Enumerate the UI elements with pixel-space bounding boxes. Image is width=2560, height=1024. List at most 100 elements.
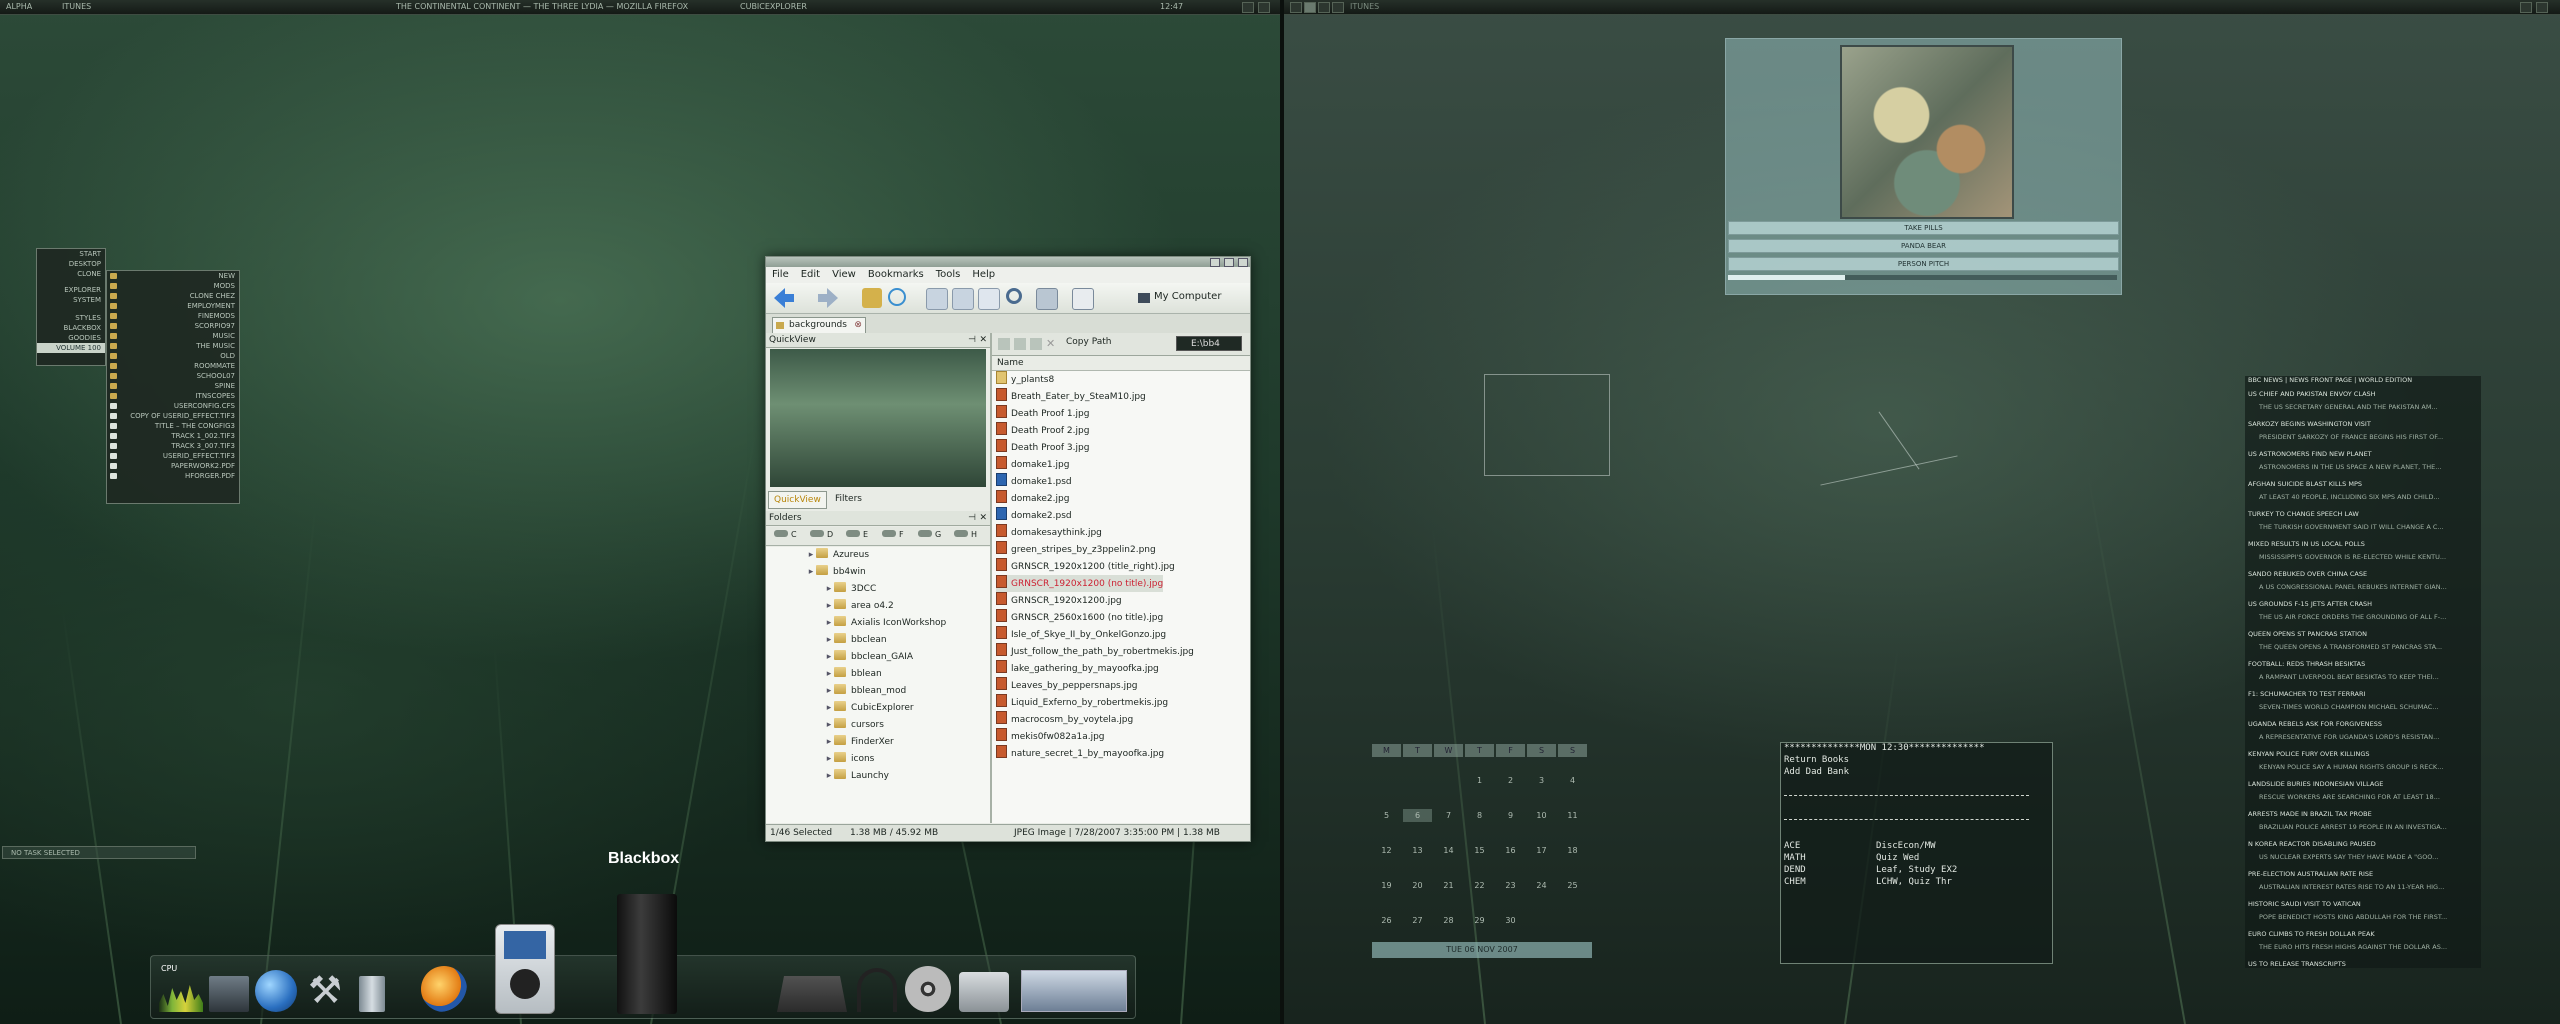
path-field[interactable]: E:\bb4 [1176,336,1242,351]
menu-tools[interactable]: Tools [936,269,961,280]
file-row[interactable]: domake2.jpg [996,490,1069,507]
file-row[interactable]: GRNSCR_2560x1600 (no title).jpg [996,609,1163,626]
calendar-day[interactable]: 7 [1434,809,1463,822]
expand-icon[interactable]: ▸ [806,564,816,581]
menu-bookmarks[interactable]: Bookmarks [868,269,924,280]
calendar-day[interactable]: 15 [1465,844,1494,857]
media-player-icon[interactable] [421,966,467,1012]
news-headline[interactable]: AFGHAN SUICIDE BLAST KILLS MPS [2248,480,2362,488]
calendar-day[interactable]: 1 [1465,774,1494,787]
drive-button[interactable]: C [774,530,797,539]
workspace-button[interactable] [1332,2,1344,13]
expand-icon[interactable]: ▸ [824,700,834,717]
close-panel-icon[interactable]: ✕ [979,333,987,347]
view-icon[interactable] [952,288,974,310]
file-row[interactable]: Death Proof 1.jpg [996,405,1089,422]
start-menu-item[interactable]: CLONE [37,269,105,279]
forward-icon[interactable] [818,288,838,308]
calendar-day[interactable]: 3 [1527,774,1556,787]
expand-icon[interactable]: ▸ [824,768,834,785]
calendar-day[interactable]: 29 [1465,914,1494,927]
submenu-item[interactable]: SCHOOL07 [107,371,239,381]
cut-icon[interactable] [998,338,1010,350]
tree-folder[interactable]: ▸ Axialis IconWorkshop [766,615,946,632]
tree-folder[interactable]: ▸ icons [766,751,874,768]
submenu-item[interactable]: ROOMMATE [107,361,239,371]
file-row[interactable]: green_stripes_by_z3ppelin2.png [996,541,1156,558]
news-headline[interactable]: US ASTRONOMERS FIND NEW PLANET [2248,450,2372,458]
news-headline[interactable]: UGANDA REBELS ASK FOR FORGIVENESS [2248,720,2382,728]
ipod-icon[interactable] [495,924,555,1014]
tree-folder[interactable]: ▸ Azureus [766,547,869,564]
monitor-icon[interactable] [209,976,249,1012]
calendar-day[interactable]: 24 [1527,879,1556,892]
headphones-icon[interactable] [857,968,897,1012]
tab-backgrounds[interactable]: backgrounds ⊗ [772,317,866,333]
drive-button[interactable]: F [882,530,904,539]
calendar-day[interactable]: 16 [1496,844,1525,857]
calendar-day[interactable]: 2 [1496,774,1525,787]
pin-icon[interactable]: ⊣ [968,333,976,347]
expand-icon[interactable]: ▸ [824,717,834,734]
camera-icon[interactable] [959,972,1009,1012]
expand-icon[interactable]: ▸ [824,751,834,768]
submenu-item[interactable]: MUSIC [107,331,239,341]
calendar-day[interactable]: 8 [1465,809,1494,822]
menu-help[interactable]: Help [972,269,995,280]
file-row[interactable]: domakesaythink.jpg [996,524,1102,541]
refresh-icon[interactable] [888,288,906,306]
drive-button[interactable]: E [846,530,868,539]
news-headline[interactable]: TURKEY TO CHANGE SPEECH LAW [2248,510,2359,518]
calendar-day[interactable]: 18 [1558,844,1587,857]
calendar-day[interactable]: 11 [1558,809,1587,822]
maximize-button[interactable] [1224,258,1234,267]
calendar-day[interactable]: 9 [1496,809,1525,822]
file-row[interactable]: Death Proof 2.jpg [996,422,1089,439]
delete-icon[interactable]: ✕ [1046,338,1058,350]
calendar-day[interactable]: 14 [1434,844,1463,857]
trash-icon[interactable] [359,976,385,1012]
submenu-item[interactable]: SCORPIO97 [107,321,239,331]
calendar-day[interactable]: 5 [1372,809,1401,822]
film-reel-icon[interactable] [905,966,951,1012]
news-headline[interactable]: SARKOZY BEGINS WASHINGTON VISIT [2248,420,2371,428]
news-headline[interactable]: KENYAN POLICE FURY OVER KILLINGS [2248,750,2370,758]
calendar-day[interactable]: 20 [1403,879,1432,892]
submenu-item[interactable]: CLONE CHEZ [107,291,239,301]
tree-folder[interactable]: ▸ 3DCC [766,581,876,598]
file-row[interactable]: Just_follow_the_path_by_robertmekis.jpg [996,643,1194,660]
news-headline[interactable]: N KOREA REACTOR DISABLING PAUSED [2248,840,2376,848]
back-icon[interactable] [774,288,794,308]
file-row[interactable]: domake2.psd [996,507,1072,524]
copy-path-button[interactable]: Copy Path [1066,337,1111,347]
news-headline[interactable]: F1: SCHUMACHER TO TEST FERRARI [2248,690,2365,698]
news-headline[interactable]: PRE-ELECTION AUSTRALIAN RATE RISE [2248,870,2373,878]
calendar-day[interactable]: 19 [1372,879,1401,892]
news-headline[interactable]: MIXED RESULTS IN US LOCAL POLLS [2248,540,2365,548]
task-itunes[interactable]: ITUNES [62,2,91,11]
minimize-button[interactable] [1210,258,1220,267]
expand-icon[interactable]: ▸ [824,615,834,632]
expand-icon[interactable]: ▸ [824,581,834,598]
file-row[interactable]: domake1.jpg [996,456,1069,473]
expand-icon[interactable]: ▸ [806,547,816,564]
news-headline[interactable]: FOOTBALL: REDS THRASH BESIKTAS [2248,660,2365,668]
track-title[interactable]: TAKE PILLS [1728,221,2119,235]
submenu-item[interactable]: NEW [107,271,239,281]
news-headline[interactable]: EURO CLIMBS TO FRESH DOLLAR PEAK [2248,930,2375,938]
tree-folder[interactable]: ▸ bb4win [766,564,866,581]
column-name[interactable]: Name [992,356,1250,371]
tab-filters[interactable]: Filters [830,491,867,507]
tools-icon[interactable]: ⚒ [303,968,347,1012]
start-menu-item[interactable]: GOODIES [37,333,105,343]
calendar-day[interactable]: 26 [1372,914,1401,927]
paste-icon[interactable] [1030,338,1042,350]
file-row[interactable]: macrocosm_by_voytela.jpg [996,711,1133,728]
blackbox-tower-icon[interactable] [617,894,677,1014]
file-row[interactable]: domake1.psd [996,473,1072,490]
up-folder-icon[interactable] [862,288,882,308]
submenu-item[interactable]: HFORGER.PDF [107,471,239,481]
submenu-item[interactable]: EMPLOYMENT [107,301,239,311]
search-icon[interactable] [1006,288,1022,304]
news-headline[interactable]: US CHIEF AND PAKISTAN ENVOY CLASH [2248,390,2376,398]
